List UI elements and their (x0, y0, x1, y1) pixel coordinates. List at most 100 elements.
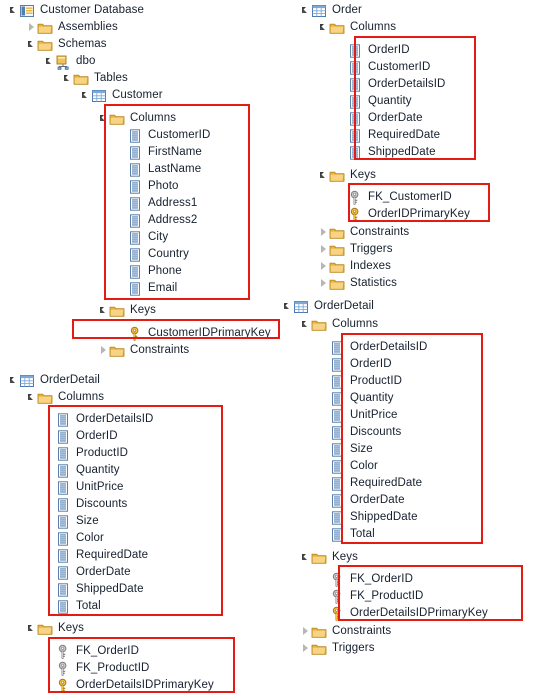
tree-node[interactable]: Customer Database (8, 2, 144, 19)
expander-open-icon[interactable] (300, 549, 311, 566)
tree-node[interactable]: FirstName (116, 144, 202, 161)
tree-node[interactable]: Tables (62, 70, 128, 87)
expander-open-icon[interactable] (98, 110, 109, 127)
tree-node[interactable]: FK_CustomerID (336, 189, 452, 206)
tree-node[interactable]: OrderID (336, 42, 410, 59)
expander-open-icon[interactable] (300, 2, 311, 19)
tree-node[interactable]: Size (318, 441, 373, 458)
tree-node[interactable]: Constraints (318, 224, 409, 241)
expander-open-icon[interactable] (62, 70, 73, 87)
tree-node[interactable]: Color (44, 530, 104, 547)
expander-open-icon[interactable] (26, 36, 37, 53)
expander-placeholder (116, 127, 127, 144)
tree-node[interactable]: Quantity (318, 390, 394, 407)
tree-node[interactable]: RequiredDate (318, 475, 422, 492)
expander-closed-icon[interactable] (318, 258, 329, 275)
expander-open-icon[interactable] (26, 389, 37, 406)
tree-node[interactable]: Keys (26, 620, 84, 637)
tree-node[interactable]: Triggers (318, 241, 393, 258)
tree-node[interactable]: Indexes (318, 258, 391, 275)
tree-node[interactable]: OrderDetailsID (336, 76, 445, 93)
tree-node[interactable]: Address2 (116, 212, 197, 229)
tree-node[interactable]: OrderDate (318, 492, 405, 509)
tree-node[interactable]: RequiredDate (44, 547, 148, 564)
tree-node[interactable]: FK_ProductID (44, 660, 149, 677)
expander-open-icon[interactable] (318, 167, 329, 184)
expander-open-icon[interactable] (44, 53, 55, 70)
tree-node[interactable]: Schemas (26, 36, 107, 53)
tree-node[interactable]: Address1 (116, 195, 197, 212)
tree-node[interactable]: CustomerID (336, 59, 430, 76)
tree-node[interactable]: ShippedDate (336, 144, 436, 161)
tree-node[interactable]: FK_ProductID (318, 588, 423, 605)
tree-node[interactable]: Columns (300, 316, 378, 333)
expander-open-icon[interactable] (300, 316, 311, 333)
tree-node[interactable]: Quantity (44, 462, 120, 479)
column-icon (55, 463, 71, 479)
tree-node[interactable]: City (116, 229, 168, 246)
tree-node[interactable]: dbo (44, 53, 96, 70)
tree-node[interactable]: Order (300, 2, 362, 19)
expander-closed-icon[interactable] (318, 224, 329, 241)
expander-open-icon[interactable] (26, 620, 37, 637)
tree-node[interactable]: Constraints (98, 342, 189, 359)
expander-closed-icon[interactable] (300, 640, 311, 657)
expander-open-icon[interactable] (98, 302, 109, 319)
tree-node[interactable]: Total (318, 526, 375, 543)
tree-node[interactable]: Photo (116, 178, 179, 195)
expander-closed-icon[interactable] (318, 241, 329, 258)
tree-node[interactable]: Keys (300, 549, 358, 566)
tree-node[interactable]: Statistics (318, 275, 397, 292)
tree-node[interactable]: OrderDetail (282, 298, 374, 315)
tree-node[interactable]: ProductID (44, 445, 128, 462)
tree-node[interactable]: OrderID (318, 356, 392, 373)
tree-node[interactable]: FK_OrderID (318, 571, 413, 588)
expander-closed-icon[interactable] (26, 19, 37, 36)
tree-node[interactable]: Size (44, 513, 99, 530)
tree-node[interactable]: Color (318, 458, 378, 475)
expander-open-icon[interactable] (8, 372, 19, 389)
expander-closed-icon[interactable] (98, 342, 109, 359)
tree-node[interactable]: Country (116, 246, 189, 263)
tree-node[interactable]: UnitPrice (318, 407, 398, 424)
tree-node[interactable]: RequiredDate (336, 127, 440, 144)
tree-node[interactable]: Email (116, 280, 177, 297)
tree-node[interactable]: Discounts (318, 424, 401, 441)
tree-node[interactable]: OrderIDPrimaryKey (336, 206, 470, 223)
tree-node[interactable]: LastName (116, 161, 201, 178)
tree-node[interactable]: CustomerID (116, 127, 210, 144)
expander-closed-icon[interactable] (300, 623, 311, 640)
tree-node[interactable]: UnitPrice (44, 479, 124, 496)
tree-node[interactable]: CustomerIDPrimaryKey (116, 325, 271, 342)
expander-open-icon[interactable] (318, 19, 329, 36)
tree-node[interactable]: ShippedDate (44, 581, 144, 598)
tree-node[interactable]: Phone (116, 263, 182, 280)
tree-node[interactable]: OrderDetailsID (318, 339, 427, 356)
tree-node[interactable]: OrderDetailsIDPrimaryKey (318, 605, 488, 622)
tree-node[interactable]: Total (44, 598, 101, 615)
tree-node[interactable]: FK_OrderID (44, 643, 139, 660)
tree-node[interactable]: ProductID (318, 373, 402, 390)
tree-node[interactable]: OrderDate (336, 110, 423, 127)
tree-node[interactable]: Constraints (300, 623, 391, 640)
tree-node[interactable]: Columns (26, 389, 104, 406)
tree-node[interactable]: Keys (98, 302, 156, 319)
tree-node[interactable]: Quantity (336, 93, 412, 110)
tree-node[interactable]: Discounts (44, 496, 127, 513)
expander-closed-icon[interactable] (318, 275, 329, 292)
tree-node[interactable]: Triggers (300, 640, 375, 657)
tree-node[interactable]: Customer (80, 87, 163, 104)
expander-open-icon[interactable] (80, 87, 91, 104)
expander-open-icon[interactable] (282, 298, 293, 315)
tree-node[interactable]: OrderDetailsIDPrimaryKey (44, 677, 214, 694)
tree-node[interactable]: Columns (318, 19, 396, 36)
expander-open-icon[interactable] (8, 2, 19, 19)
tree-node[interactable]: Assemblies (26, 19, 118, 36)
tree-node[interactable]: Keys (318, 167, 376, 184)
tree-node[interactable]: OrderDetailsID (44, 411, 153, 428)
tree-node[interactable]: OrderDate (44, 564, 131, 581)
tree-node[interactable]: OrderDetail (8, 372, 100, 389)
tree-node[interactable]: OrderID (44, 428, 118, 445)
tree-node[interactable]: Columns (98, 110, 176, 127)
tree-node[interactable]: ShippedDate (318, 509, 418, 526)
